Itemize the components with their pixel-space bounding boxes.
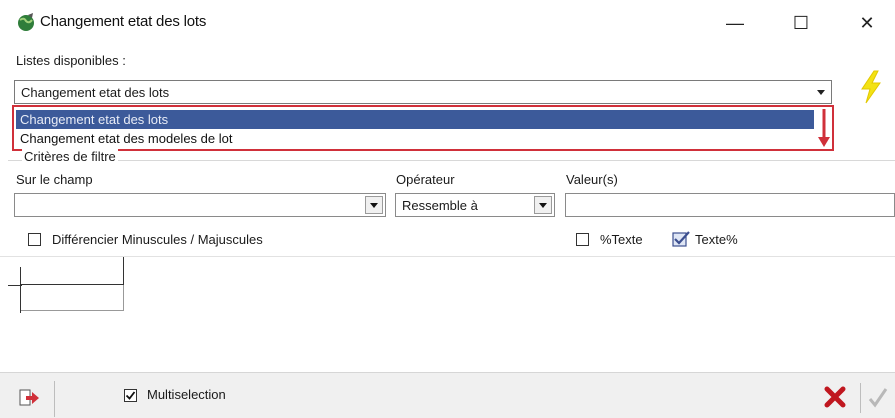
- chevron-down-icon: [370, 203, 378, 208]
- lightning-bolt-icon[interactable]: [856, 70, 886, 104]
- selected-list-value: Changement etat des lots: [21, 85, 170, 100]
- prefix-wildcard-label: %Texte: [600, 232, 643, 247]
- window-title: Changement etat des lots: [40, 13, 207, 30]
- maximize-button[interactable]: ☐: [778, 8, 824, 38]
- multiselection-checkbox[interactable]: [124, 389, 137, 402]
- operator-label: Opérateur: [396, 172, 455, 187]
- multiselection-label: Multiselection: [147, 387, 226, 402]
- export-arrow-icon: [19, 389, 39, 406]
- operator-select-button[interactable]: [534, 196, 552, 214]
- dropdown-option-modeles[interactable]: Changement etat des modeles de lot: [16, 129, 814, 148]
- checkmark-icon[interactable]: [860, 383, 891, 413]
- export-button[interactable]: [14, 381, 55, 417]
- dropdown-option-lots[interactable]: Changement etat des lots: [16, 110, 814, 129]
- available-lists-label: Listes disponibles :: [16, 53, 126, 68]
- values-input[interactable]: [565, 193, 895, 217]
- prefix-wildcard-checkbox[interactable]: [576, 233, 589, 246]
- field-select[interactable]: [14, 193, 386, 217]
- bottom-toolbar: Multiselection: [0, 372, 895, 418]
- values-label: Valeur(s): [566, 172, 618, 187]
- suffix-wildcard-checkbox[interactable]: [672, 231, 690, 247]
- chevron-down-icon: [539, 203, 547, 208]
- filter-group-border: [8, 160, 895, 162]
- field-select-button[interactable]: [365, 196, 383, 214]
- grid-divider: [8, 285, 22, 286]
- close-button[interactable]: ✕: [844, 8, 890, 38]
- chevron-down-icon[interactable]: [815, 86, 827, 98]
- grid-divider: [20, 267, 21, 313]
- grid-row-cell[interactable]: [20, 285, 124, 311]
- red-down-arrow-icon: [818, 109, 830, 147]
- operator-select[interactable]: Ressemble à: [395, 193, 555, 217]
- globe-icon: [18, 13, 34, 31]
- filter-group-label: Critères de filtre: [22, 149, 118, 164]
- minimize-button[interactable]: —: [712, 8, 758, 38]
- field-label: Sur le champ: [16, 172, 93, 187]
- cancel-x-icon[interactable]: [822, 383, 848, 411]
- suffix-wildcard-label: Texte%: [695, 232, 738, 247]
- case-sensitive-label: Différencier Minuscules / Majuscules: [52, 232, 263, 247]
- results-grid[interactable]: [0, 256, 895, 373]
- available-lists-select[interactable]: Changement etat des lots: [14, 80, 832, 104]
- lists-dropdown: Changement etat des lots Changement etat…: [12, 105, 834, 151]
- case-sensitive-checkbox[interactable]: [28, 233, 41, 246]
- title-bar: Changement etat des lots — ☐ ✕: [0, 0, 895, 44]
- grid-header-cell: [20, 257, 124, 285]
- operator-value: Ressemble à: [402, 198, 478, 213]
